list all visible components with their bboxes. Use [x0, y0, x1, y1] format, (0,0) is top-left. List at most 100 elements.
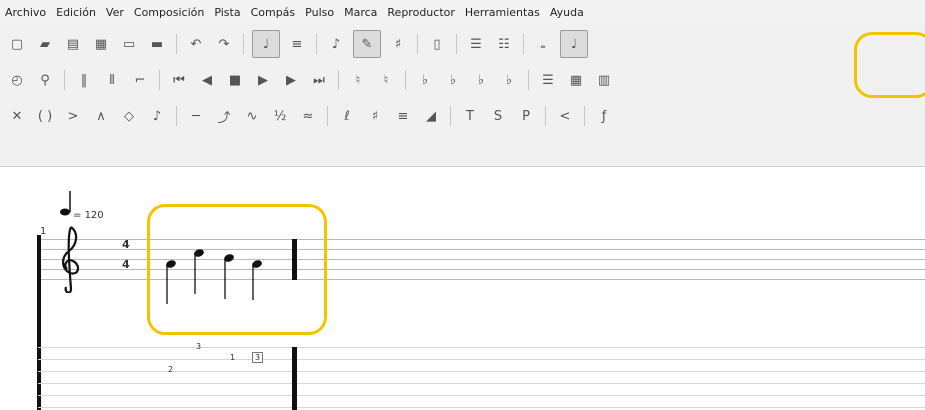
toolbar-separator — [405, 70, 406, 90]
next-measure-button[interactable]: ▶ — [280, 69, 302, 91]
open-button[interactable]: ▰ — [34, 33, 56, 55]
print-icon: ▭ — [122, 36, 136, 52]
trill-button[interactable]: ℓ — [336, 105, 358, 127]
menu-reproductor[interactable]: Reproductor — [382, 6, 459, 19]
menu-pista[interactable]: Pista — [209, 6, 245, 19]
menu-comp-s[interactable]: Compás — [246, 6, 301, 19]
last-measure-button[interactable]: ⏭ — [308, 69, 330, 91]
grace-note-button[interactable]: ♪ — [146, 105, 168, 127]
menu-edici-n[interactable]: Edición — [51, 6, 101, 19]
menu-herramientas[interactable]: Herramientas — [460, 6, 545, 19]
save-as-button[interactable]: ▦ — [90, 33, 112, 55]
dynamic-pp-icon: ♮ — [383, 72, 389, 88]
stop-button[interactable]: ■ — [224, 69, 246, 91]
trill-icon: ℓ — [344, 108, 350, 124]
tremolo-picking-button[interactable]: ≡ — [392, 105, 414, 127]
vibrato-button[interactable]: ≈ — [297, 105, 319, 127]
sharp-icon: ♯ — [371, 108, 379, 124]
first-measure-button[interactable]: ⏮ — [168, 69, 190, 91]
bend-button[interactable]: ⤴ — [213, 105, 235, 127]
fraction-icon: ½ — [273, 108, 287, 124]
score-sheet: 1 = 120 4 4 3 2 1 3 — [0, 167, 925, 410]
repeat-close-button[interactable]: ⫴ — [101, 69, 123, 91]
menu-archivo[interactable]: Archivo — [0, 6, 51, 19]
dynamic-ppp-button[interactable]: ♮ — [347, 69, 369, 91]
tab-line — [38, 383, 925, 384]
redo-button[interactable]: ↷ — [213, 33, 235, 55]
toolbar-separator — [159, 70, 160, 90]
align-right-button[interactable]: ☷ — [493, 33, 515, 55]
metronome-icon: ◴ — [11, 72, 23, 88]
treble-clef-icon — [62, 226, 80, 293]
menu-marca[interactable]: Marca — [339, 6, 382, 19]
whole-note-button[interactable]: 𝅝 — [532, 33, 554, 55]
heavy-accent-button[interactable]: ∧ — [90, 105, 112, 127]
new-file-button[interactable]: ▢ — [6, 33, 28, 55]
quarter-note-button[interactable]: ♩ — [560, 30, 588, 58]
dynamic-f-button[interactable]: ♭ — [498, 69, 520, 91]
tuning-button[interactable]: ⚲ — [34, 69, 56, 91]
note-flag-button[interactable]: ♪ — [325, 33, 347, 55]
harmonic-button[interactable]: ◇ — [118, 105, 140, 127]
fff-button[interactable]: ƒ — [593, 105, 615, 127]
play-button[interactable]: ▶ — [252, 69, 274, 91]
dynamic-mp-button[interactable]: ♭ — [442, 69, 464, 91]
tab-fret: 3 — [196, 342, 202, 351]
tab-view-button[interactable]: ≡ — [286, 33, 308, 55]
time-signature-bottom: 4 — [122, 258, 130, 271]
toolbar-row-3: ✕ ( ) > ∧ ◇ ♪ ─ ⤴ ∿ ½ ≈ ℓ ♯ ≡ ◢ T S P < ƒ — [6, 102, 621, 130]
print-preview-icon: ▬ — [150, 36, 164, 52]
tab-fret: 2 — [168, 365, 174, 374]
ghost-note-button[interactable]: ( ) — [34, 105, 56, 127]
dead-note-button[interactable]: ✕ — [6, 105, 28, 127]
previous-measure-icon: ◀ — [202, 72, 212, 88]
dynamic-p-button[interactable]: ♭ — [414, 69, 436, 91]
menu-ayuda[interactable]: Ayuda — [545, 6, 589, 19]
page-layout-button[interactable]: ▯ — [426, 33, 448, 55]
tapping-button[interactable]: T — [459, 105, 481, 127]
sharp-flat-button[interactable]: ♯ — [387, 33, 409, 55]
toolbar-separator — [176, 34, 177, 54]
save-button[interactable]: ▤ — [62, 33, 84, 55]
slapping-button[interactable]: S — [487, 105, 509, 127]
repeat-open-button[interactable]: ‖ — [73, 69, 95, 91]
undo-button[interactable]: ↶ — [185, 33, 207, 55]
menu-composici-n[interactable]: Composición — [129, 6, 209, 19]
fade-in-button[interactable]: ◢ — [420, 105, 442, 127]
crescendo-button[interactable]: < — [554, 105, 576, 127]
toolbar-row-2: ◴ ⚲ ‖ ⫴ ⌐ ⏮ ◀ ■ ▶ ▶ ⏭ ♮ ♮ ♭ ♭ ♭ ♭ ☰ ▦ ▥ — [6, 66, 621, 94]
menu-ver[interactable]: Ver — [101, 6, 129, 19]
tab-fret-selected[interactable]: 3 — [252, 352, 264, 363]
grace-note-icon: ♪ — [152, 108, 162, 124]
sharp-button[interactable]: ♯ — [364, 105, 386, 127]
layout-columns-icon: ▥ — [597, 72, 611, 88]
metronome-button[interactable]: ◴ — [6, 69, 28, 91]
popping-button[interactable]: P — [515, 105, 537, 127]
whole-note-icon: 𝅝 — [540, 36, 546, 52]
alternate-ending-icon: ⌐ — [134, 72, 146, 88]
layout-list-button[interactable]: ☰ — [537, 69, 559, 91]
undo-icon: ↶ — [190, 36, 202, 52]
layout-columns-button[interactable]: ▥ — [593, 69, 615, 91]
dead-note-icon: ✕ — [11, 108, 23, 124]
save-as-icon: ▦ — [94, 36, 108, 52]
dynamic-mf-icon: ♭ — [477, 72, 485, 88]
accent-button[interactable]: > — [62, 105, 84, 127]
align-left-button[interactable]: ☰ — [465, 33, 487, 55]
alternate-ending-button[interactable]: ⌐ — [129, 69, 151, 91]
dynamic-pp-button[interactable]: ♮ — [375, 69, 397, 91]
tremolo-bar-button[interactable]: ∿ — [241, 105, 263, 127]
score-view-button[interactable]: ♩ — [252, 30, 280, 58]
dynamic-mf-button[interactable]: ♭ — [470, 69, 492, 91]
menu-pulso[interactable]: Pulso — [300, 6, 339, 19]
print-preview-button[interactable]: ▬ — [146, 33, 168, 55]
pencil-button[interactable]: ✎ — [353, 30, 381, 58]
tuning-icon: ⚲ — [40, 72, 50, 88]
previous-measure-button[interactable]: ◀ — [196, 69, 218, 91]
tapping-icon: T — [466, 108, 474, 124]
layout-grid-button[interactable]: ▦ — [565, 69, 587, 91]
slide-button[interactable]: ─ — [185, 105, 207, 127]
fraction-button[interactable]: ½ — [269, 105, 291, 127]
toolbar-separator — [584, 106, 585, 126]
print-button[interactable]: ▭ — [118, 33, 140, 55]
